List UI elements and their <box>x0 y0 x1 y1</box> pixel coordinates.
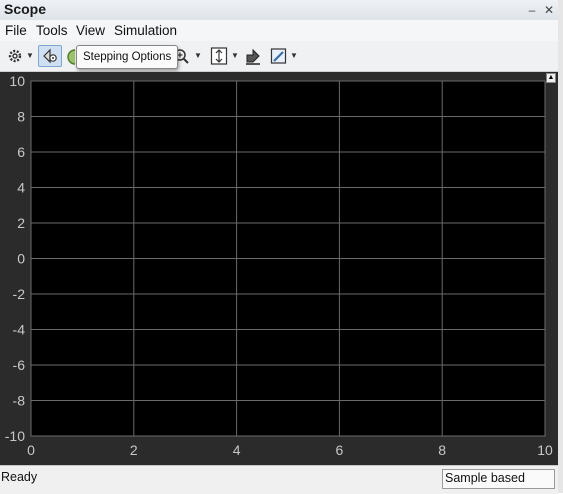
window-edge <box>558 0 563 493</box>
menu-file[interactable]: File <box>5 23 27 38</box>
menu-tools[interactable]: Tools <box>36 23 68 38</box>
status-text: Ready <box>1 470 38 484</box>
y-tick-label: -2 <box>13 286 26 302</box>
y-tick-label: -10 <box>5 428 25 444</box>
autoscale-icon[interactable] <box>209 45 229 67</box>
x-tick-label: 2 <box>130 442 138 458</box>
autoscale-dropdown-icon[interactable]: ▼ <box>231 51 239 60</box>
y-tick-label: 2 <box>17 215 25 231</box>
menu-view[interactable]: View <box>76 23 105 38</box>
gear-icon[interactable] <box>6 45 24 67</box>
run-icon[interactable] <box>64 45 76 67</box>
y-tick-label: -6 <box>13 357 26 373</box>
restore-axes-icon[interactable] <box>244 45 262 67</box>
gear-dropdown-icon[interactable]: ▼ <box>26 51 34 60</box>
y-tick-label: 6 <box>17 144 25 160</box>
y-tick-label: 4 <box>17 180 25 196</box>
y-tick-label: -4 <box>13 322 26 338</box>
menu-bar: File Tools View Simulation <box>0 20 558 41</box>
x-tick-label: 8 <box>438 442 446 458</box>
highlight-dropdown-icon[interactable]: ▼ <box>290 51 298 60</box>
sample-mode-indicator: Sample based <box>442 469 555 489</box>
y-tick-label: 10 <box>9 73 25 89</box>
scope-plot[interactable]: 0 2 4 6 8 10 10 8 6 4 2 0 -2 -4 -6 -8 -10 <box>0 72 558 465</box>
x-tick-label: 10 <box>537 442 553 458</box>
scope-display: 0 2 4 6 8 10 10 8 6 4 2 0 -2 -4 -6 -8 -10 <box>0 72 558 465</box>
y-tick-label: -8 <box>13 393 26 409</box>
status-bar: Ready Sample based <box>0 465 558 494</box>
x-tick-label: 6 <box>336 442 344 458</box>
stepping-options-tooltip: Stepping Options <box>76 45 179 69</box>
highlight-icon[interactable] <box>269 45 289 67</box>
menu-simulation[interactable]: Simulation <box>114 23 177 38</box>
x-tick-label: 4 <box>233 442 241 458</box>
minimize-button[interactable]: – <box>524 2 540 18</box>
window-title: Scope <box>4 1 47 17</box>
x-tick-label: 0 <box>27 442 35 458</box>
scope-window: Scope – ✕ File Tools View Simulation ▼ ▼… <box>0 0 563 494</box>
y-tick-label: 8 <box>17 109 25 125</box>
y-tick-label: 0 <box>17 251 25 267</box>
zoom-dropdown-icon[interactable]: ▼ <box>194 51 202 60</box>
title-bar: Scope – ✕ <box>0 0 563 20</box>
undock-icon[interactable]: ▲ <box>546 73 556 83</box>
stepping-options-icon[interactable] <box>38 45 62 67</box>
close-button[interactable]: ✕ <box>541 2 557 18</box>
